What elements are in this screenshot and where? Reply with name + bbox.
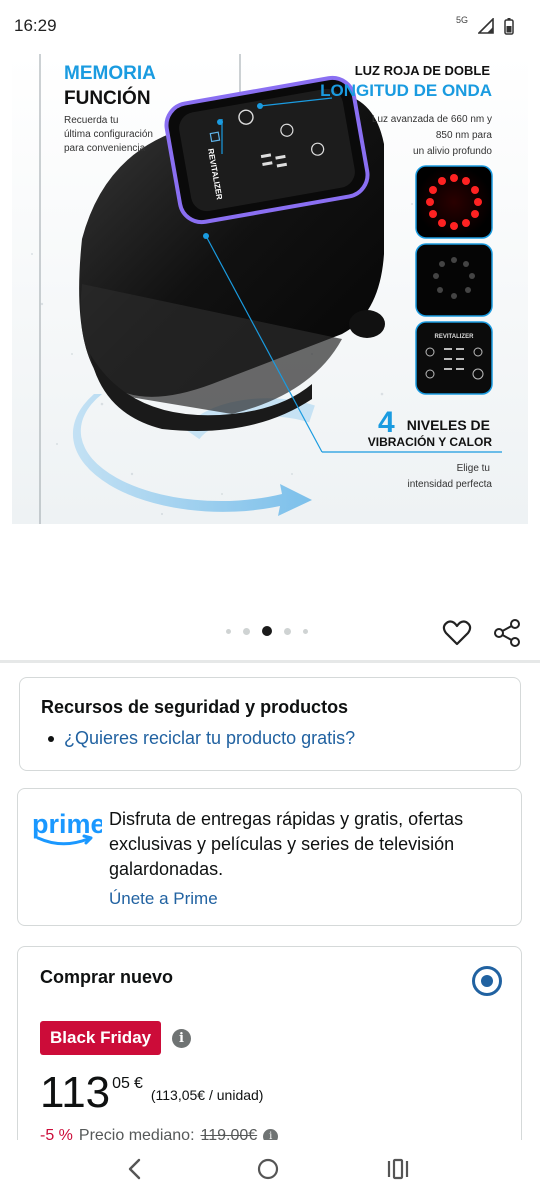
levels-desc-line1: Elige tu [457, 463, 490, 474]
buy-new-radio[interactable] [472, 966, 502, 996]
light-desc-line3: un alivio profundo [413, 146, 492, 157]
system-nav-bar [0, 1140, 540, 1200]
carousel-dot[interactable] [226, 628, 231, 634]
recent-apps-icon[interactable] [384, 1154, 412, 1184]
levels-desc-line2: intensidad perfecta [407, 479, 492, 490]
light-desc-line2: 850 nm para [436, 130, 493, 141]
prime-logo: prime [32, 809, 102, 846]
radio-selected-dot [481, 975, 493, 987]
product-image-graphic: REVITALIZER MEMORIA FUNCIÓN Recuerda tu … [12, 54, 528, 524]
battery-icon [504, 17, 514, 35]
info-icon[interactable]: i [172, 1029, 191, 1048]
carousel-dot[interactable] [303, 628, 308, 634]
light-title-line2: LONGITUD DE ONDA [320, 81, 492, 100]
control-panel-thumbnail: REVITALIZER [415, 321, 493, 395]
safety-resources-card: Recursos de seguridad y productos ¿Quier… [19, 677, 521, 771]
buy-new-title: Comprar nuevo [40, 967, 174, 987]
unit-price: (113,05€ / unidad) [150, 1087, 264, 1103]
red-light-on-thumbnail [415, 165, 493, 239]
price: 113 05 € (113,05€ / unidad) [40, 1069, 263, 1117]
status-bar: 16:29 5G [0, 0, 540, 52]
black-friday-badge: Black Friday [40, 1021, 162, 1055]
bullet-icon [48, 735, 54, 742]
levels-title-line1: NIVELES DE [407, 417, 490, 433]
recycle-link-row: ¿Quieres reciclar tu producto gratis? [48, 728, 355, 749]
thumbnail-brand-text: REVITALIZER [435, 334, 475, 340]
red-light-off-thumbnail [415, 243, 493, 317]
product-image[interactable]: REVITALIZER MEMORIA FUNCIÓN Recuerda tu … [12, 54, 528, 524]
memory-desc-line3: para conveniencia [64, 143, 146, 154]
network-type-label: 5G [455, 15, 468, 25]
back-icon[interactable] [122, 1154, 148, 1184]
join-prime-link[interactable]: Únete a Prime [109, 889, 218, 909]
carousel-dot[interactable] [284, 627, 291, 635]
memory-title-line1: MEMORIA [64, 63, 156, 84]
price-currency: € [133, 1075, 143, 1092]
section-divider [0, 660, 540, 663]
price-whole: 113 [40, 1068, 111, 1117]
safety-title: Recursos de seguridad y productos [41, 697, 349, 717]
price-fraction: 05 [112, 1075, 130, 1092]
light-title-line1: LUZ ROJA DE DOBLE [355, 63, 491, 78]
status-icons: 5G [455, 15, 514, 35]
prime-card: prime Disfruta de entregas rápidas y gra… [17, 788, 522, 926]
home-icon[interactable] [254, 1155, 282, 1183]
recycle-link[interactable]: ¿Quieres reciclar tu producto gratis? [64, 728, 355, 749]
signal-icon [478, 18, 494, 34]
carousel-dot-active[interactable] [262, 626, 272, 636]
light-desc-line1: Luz avanzada de 660 nm y [372, 114, 492, 125]
levels-title-line2: VIBRACIÓN Y CALOR [368, 434, 493, 449]
share-icon[interactable] [492, 618, 522, 648]
gallery-controls [0, 610, 540, 656]
carousel-dot[interactable] [243, 627, 250, 635]
carousel-dots [226, 626, 308, 636]
memory-desc-line1: Recuerda tu [64, 115, 118, 126]
status-time: 16:29 [14, 16, 57, 35]
memory-title-line2: FUNCIÓN [64, 87, 151, 109]
heart-icon[interactable] [442, 618, 472, 648]
prime-description: Disfruta de entregas rápidas y gratis, o… [109, 809, 464, 879]
prime-logo-text: prime [32, 809, 102, 839]
memory-desc-line2: última configuración [64, 129, 153, 140]
